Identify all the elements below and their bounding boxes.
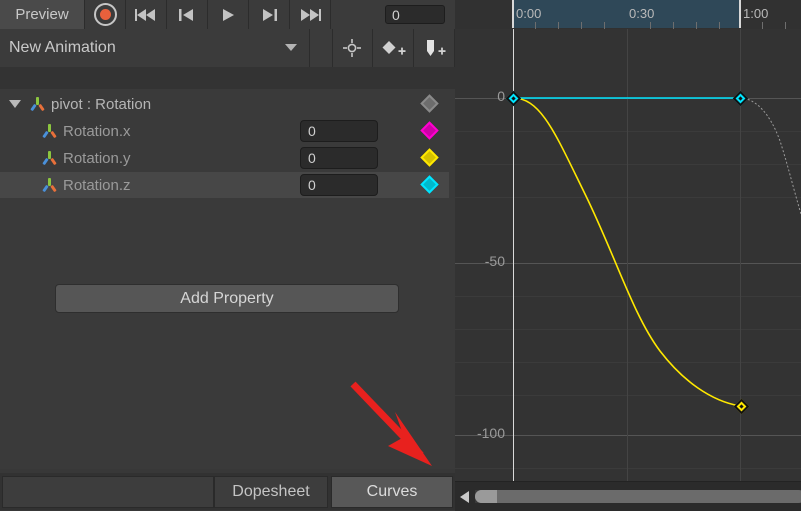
- prev-frame-button[interactable]: [167, 0, 208, 29]
- chevron-left-icon[interactable]: [460, 491, 469, 503]
- keyframe-indicator[interactable]: [420, 175, 439, 194]
- tab-curves-label: Curves: [366, 483, 418, 500]
- first-frame-button[interactable]: [126, 0, 167, 29]
- range-start-marker[interactable]: [512, 0, 514, 28]
- clip-name-label: New Animation: [9, 39, 116, 56]
- add-event-button[interactable]: [414, 29, 456, 67]
- transform-axis-icon: [42, 150, 57, 166]
- property-list-header-strip: [0, 67, 455, 89]
- skip-to-start-icon: [135, 8, 155, 21]
- group-keyframe-indicator[interactable]: [420, 94, 439, 113]
- property-row-rotation-x[interactable]: Rotation.x 0: [0, 118, 449, 144]
- transform-axis-icon: [42, 123, 57, 139]
- tab-dopesheet[interactable]: Dopesheet: [214, 476, 328, 508]
- curve-editor: 0:00 0:30 1:00 0 -50 -100: [455, 0, 801, 511]
- curve-graph-area[interactable]: 0 -50 -100: [455, 29, 801, 481]
- curve-rotation-y: [512, 97, 741, 407]
- preview-button[interactable]: Preview: [0, 0, 85, 29]
- property-value-input[interactable]: 0: [300, 174, 378, 196]
- timeline-ruler[interactable]: 0:00 0:30 1:00: [455, 0, 801, 30]
- add-event-icon: [427, 40, 446, 56]
- keyframe-indicator[interactable]: [420, 121, 439, 140]
- transform-axis-icon: [30, 96, 45, 112]
- scrollbar-thumb[interactable]: [475, 490, 801, 503]
- target-filter-icon: [343, 39, 362, 57]
- property-value-input[interactable]: 0: [300, 147, 378, 169]
- step-back-icon: [179, 8, 193, 21]
- skip-to-end-icon: [301, 8, 321, 21]
- property-row-rotation-z[interactable]: Rotation.z 0: [0, 172, 449, 198]
- clip-selector-dropdown[interactable]: New Animation: [0, 29, 310, 67]
- next-frame-button[interactable]: [249, 0, 290, 29]
- add-property-button[interactable]: Add Property: [55, 284, 399, 313]
- property-group-label: pivot : Rotation: [51, 95, 152, 113]
- add-keyframe-button[interactable]: [373, 29, 415, 67]
- transform-axis-icon: [42, 177, 57, 193]
- ruler-label-2: 1:00: [743, 6, 769, 21]
- frame-field-zone: 0: [331, 0, 455, 29]
- current-frame-input[interactable]: 0: [385, 5, 445, 24]
- range-end-marker[interactable]: [739, 0, 741, 28]
- property-label: Rotation.z: [63, 176, 131, 194]
- keyframe-indicator[interactable]: [420, 148, 439, 167]
- add-keyframe-icon: [382, 41, 406, 55]
- record-icon: [93, 3, 117, 26]
- record-button[interactable]: [85, 0, 126, 29]
- horizontal-scrollbar[interactable]: [455, 481, 801, 511]
- playback-toolbar: Preview 0: [0, 0, 455, 30]
- twirl-down-icon[interactable]: [9, 100, 21, 108]
- ruler-label-1: 0:30: [629, 6, 655, 21]
- play-button[interactable]: [208, 0, 249, 29]
- filter-button[interactable]: [332, 29, 374, 67]
- chevron-down-icon: [284, 44, 297, 51]
- property-label: Rotation.x: [63, 122, 131, 140]
- property-list-panel: pivot : Rotation Rotation.x 0 Rotation.y…: [0, 67, 455, 469]
- tab-dopesheet-label: Dopesheet: [232, 483, 310, 500]
- toolbar-spacer: [309, 29, 333, 67]
- animation-window: Preview 0 New Animation pivot: Rotation…: [0, 0, 801, 511]
- step-forward-icon: [263, 8, 277, 21]
- property-value-input[interactable]: 0: [300, 120, 378, 142]
- clip-range-highlight: [513, 0, 740, 28]
- property-label: Rotation.y: [63, 149, 131, 167]
- clip-toolbar: New Animation: [0, 29, 456, 68]
- add-property-label: Add Property: [180, 289, 274, 307]
- ruler-label-0: 0:00: [516, 6, 542, 21]
- property-group-row[interactable]: pivot : Rotation: [0, 91, 449, 117]
- property-row-rotation-y[interactable]: Rotation.y 0: [0, 145, 449, 171]
- scrollbar-thumb-handle[interactable]: [475, 490, 497, 503]
- play-icon: [223, 8, 234, 21]
- preview-label: Preview: [15, 6, 69, 23]
- mode-tab-bar: Dopesheet Curves: [0, 473, 455, 510]
- tab-curves[interactable]: Curves: [331, 476, 453, 508]
- curve-rotation-z-extrapolation: [739, 97, 801, 215]
- last-frame-button[interactable]: [290, 0, 331, 29]
- tab-bar-filler: [2, 476, 214, 508]
